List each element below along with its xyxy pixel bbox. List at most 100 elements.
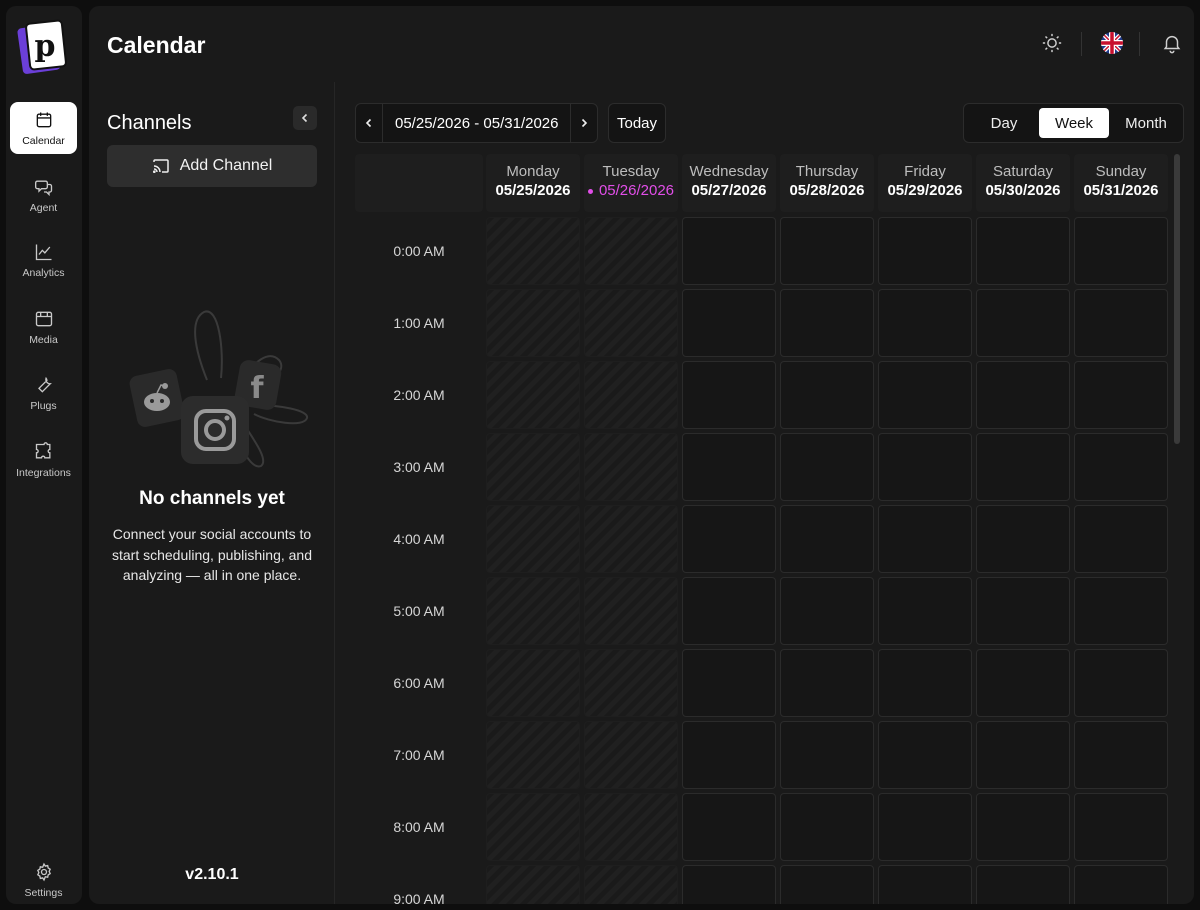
time-slot-cell[interactable]	[780, 505, 874, 573]
time-label: 8:00 AM	[393, 819, 445, 835]
time-slot-cell[interactable]	[780, 361, 874, 429]
time-slot-cell[interactable]	[1074, 217, 1168, 285]
day-name: Tuesday	[602, 163, 660, 180]
nav-item-settings[interactable]: Settings	[10, 854, 77, 906]
day-date: 05/27/2026	[682, 182, 776, 199]
svg-text:p: p	[35, 29, 56, 64]
nav-item-integrations[interactable]: Integrations	[10, 434, 77, 486]
time-slot-cell[interactable]	[1074, 433, 1168, 501]
time-slot-cell	[486, 433, 580, 501]
chevron-right-icon	[582, 118, 588, 128]
nav-label: Integrations	[16, 466, 71, 479]
time-slot-cell[interactable]	[682, 433, 776, 501]
day-date: 05/25/2026	[486, 182, 580, 199]
nav-item-media[interactable]: Media	[10, 301, 77, 353]
time-slot-cell[interactable]	[878, 361, 972, 429]
nav-item-analytics[interactable]: Analytics	[10, 234, 77, 286]
time-slot-cell[interactable]	[878, 577, 972, 645]
day-header-sunday: Sunday 05/31/2026	[1074, 154, 1168, 212]
date-range-navigator: 05/25/2026 - 05/31/2026	[355, 103, 599, 143]
time-slot-cell[interactable]	[878, 433, 972, 501]
previous-week-button[interactable]	[356, 104, 382, 142]
time-slot-cell[interactable]	[1074, 793, 1168, 861]
view-week-button[interactable]: Week	[1039, 108, 1109, 138]
today-button[interactable]: Today	[608, 103, 666, 143]
time-slot-cell[interactable]	[878, 793, 972, 861]
day-header-friday: Friday 05/29/2026	[878, 154, 972, 212]
time-slot-cell[interactable]	[780, 577, 874, 645]
time-slot-cell[interactable]	[682, 505, 776, 573]
time-slot-cell[interactable]	[682, 865, 776, 904]
time-slot-cell[interactable]	[1074, 649, 1168, 717]
time-slot-cell[interactable]	[1074, 289, 1168, 357]
time-slot-cell[interactable]	[682, 217, 776, 285]
time-slot-cell[interactable]	[682, 577, 776, 645]
collapse-channels-button[interactable]	[293, 106, 317, 130]
time-slot-cell[interactable]	[1074, 577, 1168, 645]
time-slot-cell[interactable]	[976, 649, 1070, 717]
time-slot-cell	[486, 721, 580, 789]
nav-label-settings: Settings	[24, 886, 63, 899]
day-date-text: 05/25/2026	[495, 182, 571, 199]
nav-label: Calendar	[22, 134, 65, 147]
time-slot-cell[interactable]	[976, 505, 1070, 573]
time-slot-cell[interactable]	[780, 721, 874, 789]
next-week-button[interactable]	[571, 104, 597, 142]
time-slot-cell[interactable]	[976, 865, 1070, 904]
time-slot-cell[interactable]	[878, 721, 972, 789]
time-slot-cell[interactable]	[780, 289, 874, 357]
time-slot-cell[interactable]	[878, 865, 972, 904]
time-slot-cell[interactable]	[878, 505, 972, 573]
time-slot-cell[interactable]	[780, 793, 874, 861]
time-slot-cell[interactable]	[976, 289, 1070, 357]
day-header-tuesday: Tuesday 05/26/2026	[584, 154, 678, 212]
time-slot-cell[interactable]	[682, 361, 776, 429]
page-title: Calendar	[107, 32, 206, 58]
day-date: 05/28/2026	[780, 182, 874, 199]
time-slot-cell[interactable]	[976, 577, 1070, 645]
time-slot-cell[interactable]	[780, 433, 874, 501]
time-slot-cell[interactable]	[780, 865, 874, 904]
time-slot-cell[interactable]	[976, 217, 1070, 285]
time-slot-cell[interactable]	[878, 217, 972, 285]
time-label: 5:00 AM	[393, 603, 445, 619]
app-version: v2.10.1	[185, 866, 239, 883]
time-slot-cell	[584, 217, 678, 285]
time-slot-cell	[584, 361, 678, 429]
day-date-text: 05/30/2026	[985, 182, 1061, 199]
time-slot-cell[interactable]	[780, 649, 874, 717]
day-name: Saturday	[992, 163, 1054, 180]
app-logo[interactable]: p	[16, 18, 70, 76]
time-slot-cell[interactable]	[1074, 721, 1168, 789]
nav-item-agent[interactable]: Agent	[10, 169, 77, 221]
add-channel-label: Add Channel	[179, 157, 273, 174]
nav-item-calendar[interactable]: Calendar	[10, 102, 77, 154]
time-slot-cell[interactable]	[976, 433, 1070, 501]
view-month-button[interactable]: Month	[1110, 108, 1182, 138]
time-slot-cell	[486, 793, 580, 861]
sun-icon[interactable]	[1039, 30, 1065, 56]
time-slot-cell[interactable]	[878, 649, 972, 717]
add-channel-button[interactable]: Add Channel	[107, 145, 317, 187]
time-slot-cell[interactable]	[682, 289, 776, 357]
calendar-icon	[36, 112, 51, 127]
time-slot-cell[interactable]	[682, 721, 776, 789]
view-day-button[interactable]: Day	[968, 108, 1040, 138]
media-icon	[35, 311, 52, 326]
time-slot-cell[interactable]	[682, 649, 776, 717]
time-slot-cell[interactable]	[878, 289, 972, 357]
time-slot-cell[interactable]	[780, 217, 874, 285]
nav-item-plugs[interactable]: Plugs	[10, 367, 77, 419]
day-name: Wednesday	[689, 163, 769, 180]
time-slot-cell[interactable]	[1074, 361, 1168, 429]
date-range-label[interactable]: 05/25/2026 - 05/31/2026	[382, 104, 572, 142]
time-slot-cell[interactable]	[976, 361, 1070, 429]
grid-scrollbar[interactable]	[1174, 154, 1180, 444]
time-slot-cell[interactable]	[1074, 505, 1168, 573]
time-slot-cell[interactable]	[976, 721, 1070, 789]
bell-icon[interactable]	[1159, 30, 1185, 56]
time-slot-cell[interactable]	[976, 793, 1070, 861]
time-slot-cell[interactable]	[1074, 865, 1168, 904]
uk-flag-icon[interactable]	[1099, 30, 1125, 56]
time-slot-cell[interactable]	[682, 793, 776, 861]
